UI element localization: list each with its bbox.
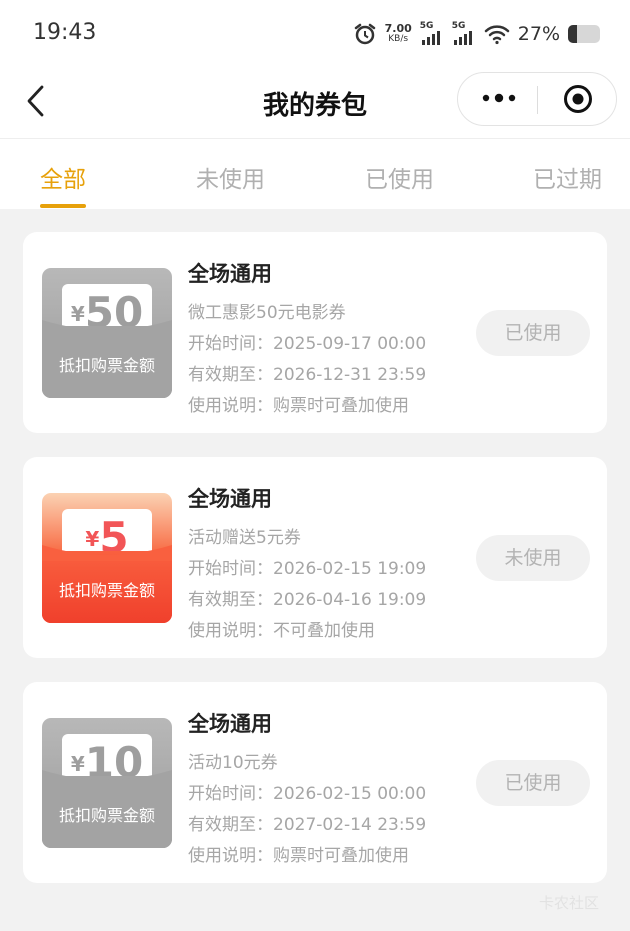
signal-icon-2: 5G — [451, 21, 476, 45]
coupon-card[interactable]: ¥10 抵扣购票金额 全场通用 活动10元券 开始时间：2026-02-15 0… — [23, 682, 607, 883]
tab-all[interactable]: 全部 — [40, 160, 86, 194]
signal-icon: 5G — [419, 21, 444, 45]
coupon-start-time: 开始时间：2025-09-17 00:00 — [188, 334, 427, 354]
active-tab-indicator — [40, 204, 86, 208]
coupon-valid-until: 有效期至：2027-02-14 23:59 — [188, 815, 427, 835]
battery-icon — [568, 25, 600, 43]
coupon-info: 全场通用 微工惠影50元电影券 开始时间：2025-09-17 00:00 有效… — [188, 258, 426, 422]
coupon-start-time: 开始时间：2026-02-15 00:00 — [188, 784, 427, 804]
coupon-status-button[interactable]: 未使用 — [476, 535, 590, 581]
coupon-title: 全场通用 — [188, 712, 272, 736]
target-icon[interactable] — [563, 84, 593, 114]
coupon-info: 全场通用 活动10元券 开始时间：2026-02-15 00:00 有效期至：2… — [188, 708, 426, 872]
deduct-label: 抵扣购票金额 — [58, 356, 155, 375]
coupon-usage-note: 使用说明：不可叠加使用 — [188, 621, 375, 641]
status-time: 19:43 — [33, 20, 97, 45]
mini-program-capsule — [457, 72, 617, 126]
coupon-card[interactable]: ¥5 抵扣购票金额 全场通用 活动赠送5元券 开始时间：2026-02-15 1… — [23, 457, 607, 658]
wifi-icon — [484, 25, 510, 45]
coupon-title: 全场通用 — [188, 262, 272, 286]
coupon-ticket: ¥10 抵扣购票金额 — [42, 718, 172, 848]
tab-expired[interactable]: 已过期 — [533, 160, 602, 194]
nav-bar: 我的券包 — [0, 68, 630, 139]
coupon-ticket: ¥5 抵扣购票金额 — [42, 493, 172, 623]
coupon-valid-until: 有效期至：2026-04-16 19:09 — [188, 590, 427, 610]
coupon-title: 全场通用 — [188, 487, 272, 511]
tab-used[interactable]: 已使用 — [365, 160, 434, 194]
coupon-valid-until: 有效期至：2026-12-31 23:59 — [188, 365, 427, 385]
tab-unused[interactable]: 未使用 — [196, 160, 265, 194]
coupon-usage-note: 使用说明：购票时可叠加使用 — [188, 846, 409, 866]
coupon-name: 活动赠送5元券 — [188, 528, 301, 548]
coupon-status-button[interactable]: 已使用 — [476, 310, 590, 356]
coupon-status-button[interactable]: 已使用 — [476, 760, 590, 806]
more-icon[interactable] — [482, 90, 516, 106]
coupon-usage-note: 使用说明：购票时可叠加使用 — [188, 396, 409, 416]
coupon-info: 全场通用 活动赠送5元券 开始时间：2026-02-15 19:09 有效期至：… — [188, 483, 426, 647]
status-icons: 7.00 KB/s 5G 5G 27% — [353, 20, 600, 48]
alarm-icon — [354, 23, 375, 45]
coupon-name: 微工惠影50元电影券 — [188, 303, 346, 323]
status-bar: 19:43 7.00 KB/s 5G 5G 27% — [0, 0, 630, 68]
battery-fill — [568, 25, 577, 43]
net-speed-unit: KB/s — [388, 34, 409, 44]
net-speed-value: 7.00 — [384, 22, 412, 35]
watermark: 卡农社区 — [539, 894, 600, 912]
deduct-label: 抵扣购票金额 — [58, 581, 155, 600]
capsule-divider — [537, 86, 538, 114]
battery-percent: 27% — [517, 23, 560, 45]
deduct-label: 抵扣购票金额 — [58, 806, 155, 825]
coupon-start-time: 开始时间：2026-02-15 19:09 — [188, 559, 427, 579]
coupon-card[interactable]: ¥50 抵扣购票金额 全场通用 微工惠影50元电影券 开始时间：2025-09-… — [23, 232, 607, 433]
net-speed: 7.00 KB/s — [385, 23, 412, 45]
sim1-tag: 5G — [419, 21, 434, 31]
coupon-ticket: ¥50 抵扣购票金额 — [42, 268, 172, 398]
tab-bar: 全部 未使用 已使用 已过期 — [0, 139, 630, 209]
coupon-name: 活动10元券 — [188, 753, 278, 773]
sim2-tag: 5G — [451, 21, 466, 31]
